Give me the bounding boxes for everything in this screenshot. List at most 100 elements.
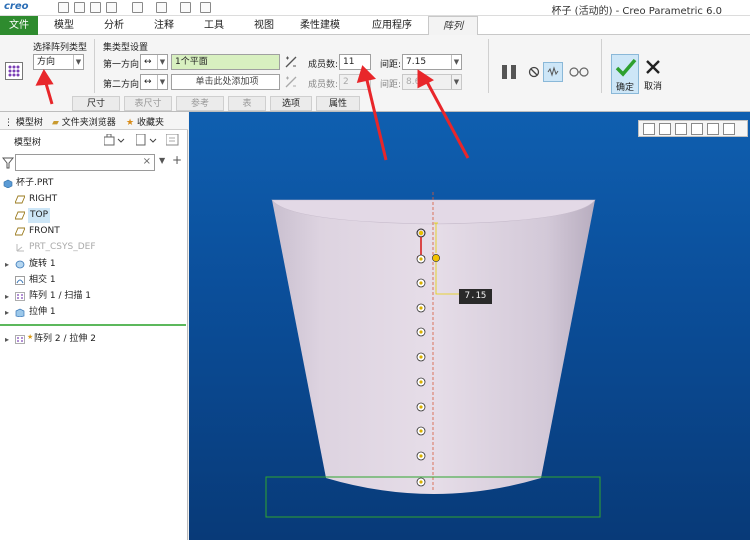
title-bar: creo 杯子 (活动的) - Creo Parametric 6.0 [0, 0, 750, 17]
pattern-icon [5, 62, 23, 80]
tab-model-tree[interactable]: ⋮ 模型树 [4, 115, 43, 128]
second-direction-type-select[interactable]: ↔ ▼ [140, 74, 168, 90]
spacing-dimension-tag[interactable]: 7.15 [459, 289, 492, 304]
tab-favorites[interactable]: ★ 收藏夹 [126, 115, 164, 128]
tree-item-revolve[interactable]: ▸ 旋转 1 [0, 257, 188, 272]
divider [94, 39, 95, 93]
datum-plane-icon [15, 227, 25, 236]
tab-tools[interactable]: 工具 [194, 16, 234, 35]
tree-item-datum-top[interactable]: TOP [0, 208, 188, 223]
pattern-member[interactable] [416, 303, 426, 313]
tree-item-datum-right[interactable]: RIGHT [0, 192, 188, 207]
coordinate-system-icon [16, 244, 24, 252]
tree-item-pattern-2[interactable]: ▸ ★ 阵列 2 / 拉伸 2 [0, 332, 188, 347]
pattern-member[interactable] [416, 402, 426, 412]
pattern-member[interactable] [416, 278, 426, 288]
divider [601, 39, 602, 93]
tree-item-pattern-1[interactable]: ▸ 阵列 1 / 扫描 1 [0, 289, 188, 304]
tab-model[interactable]: 模型 [44, 16, 84, 35]
pattern-member[interactable] [416, 451, 426, 461]
tab-analysis[interactable]: 分析 [94, 16, 134, 35]
first-direction-reference[interactable]: 1个平面 [171, 54, 280, 70]
subtab-table[interactable]: 表 [228, 96, 266, 111]
expand-icon[interactable]: ▸ [5, 332, 9, 347]
tab-view[interactable]: 视图 [244, 16, 284, 35]
subtab-dimensions[interactable]: 尺寸 [72, 96, 120, 111]
cup-body [272, 200, 595, 494]
flip-direction-icon[interactable] [284, 55, 298, 69]
tree-settings-icon[interactable] [104, 134, 126, 146]
pattern-member[interactable] [416, 477, 426, 487]
no-preview-icon[interactable] [528, 66, 540, 78]
pattern-member[interactable] [416, 377, 426, 387]
first-spacing-input[interactable]: 7.15 ▼ [402, 54, 462, 70]
ribbon-tab-bar: 文件 模型 分析 注释 工具 视图 柔性建模 应用程序 阵列 [0, 16, 750, 36]
pattern-member[interactable] [416, 352, 426, 362]
chevron-down-icon[interactable]: ▼ [159, 156, 165, 165]
intersect-icon [15, 276, 25, 285]
tree-item-datum-front[interactable]: FRONT [0, 224, 188, 239]
show-menu-icon[interactable] [136, 134, 158, 146]
ok-button[interactable]: 确定 [611, 54, 639, 94]
window-title: 杯子 (活动的) - Creo Parametric 6.0 [551, 6, 722, 17]
subtab-properties[interactable]: 属性 [316, 96, 360, 111]
tab-pattern[interactable]: 阵列 [428, 16, 478, 36]
pause-icon[interactable] [501, 64, 519, 80]
add-icon[interactable]: + [172, 153, 182, 167]
pattern-member[interactable] [416, 426, 426, 436]
flip-direction-icon [285, 76, 297, 88]
second-members-input[interactable]: 2 [339, 74, 371, 90]
two-way-arrow-icon: ↔ [144, 77, 152, 87]
revolve-icon [15, 260, 25, 269]
datum-plane-icon [15, 195, 25, 204]
filter-icon[interactable] [2, 157, 14, 169]
star-icon: ★ [126, 118, 135, 128]
pattern-type-select[interactable]: 方向 ▼ [33, 54, 84, 70]
folder-icon: ▰ [52, 118, 59, 128]
geometry-check-toggle[interactable] [543, 62, 563, 82]
graphics-viewport[interactable]: 7.15 [189, 112, 750, 540]
first-direction-type-select[interactable]: ↔ ▼ [140, 54, 168, 70]
subtab-references[interactable]: 参考 [176, 96, 224, 111]
pattern-type-label: 选择阵列类型 [33, 43, 88, 53]
tree-item-extrude[interactable]: ▸ 拉伸 1 [0, 305, 188, 320]
tree-filter-icon[interactable] [166, 134, 180, 146]
pattern-ribbon: 选择阵列类型 方向 ▼ 集类型设置 第一方向: ↔ ▼ 1个平面 第二方向: ↔… [0, 35, 750, 112]
tree-item-csys[interactable]: PRT_CSYS_DEF [0, 240, 188, 255]
members-label: 成员数: [308, 60, 339, 70]
glasses-icon[interactable] [569, 65, 589, 79]
expand-icon[interactable]: ▸ [5, 305, 9, 320]
pattern-member[interactable] [416, 327, 426, 337]
spacing-label: 间距: [380, 60, 402, 70]
expand-icon[interactable]: ▸ [5, 289, 9, 304]
tab-folder-browser[interactable]: ▰ 文件夹浏览器 [52, 115, 116, 128]
tree-item-intersect[interactable]: 相交 1 [0, 273, 188, 288]
set-type-label: 集类型设置 [103, 43, 149, 53]
tab-file[interactable]: 文件 [0, 16, 38, 35]
subtab-table-dimensions[interactable]: 表尺寸 [124, 96, 172, 111]
cancel-button[interactable]: 取消 [641, 54, 665, 94]
pattern-member[interactable] [416, 254, 426, 264]
chevron-down-icon: ▼ [73, 55, 83, 69]
tab-flexible-modeling[interactable]: 柔性建模 [290, 16, 350, 35]
tab-applications[interactable]: 应用程序 [364, 16, 420, 35]
chevron-down-icon: ▼ [451, 75, 461, 89]
model-canvas [265, 192, 601, 518]
drag-handle-dot [418, 230, 424, 236]
geometry-check-icon [547, 66, 559, 77]
close-icon [646, 60, 660, 74]
pattern-icon [15, 335, 25, 344]
first-members-input[interactable]: 11 [339, 54, 371, 70]
tab-annotate[interactable]: 注释 [144, 16, 184, 35]
ribbon-subtab-bar: 尺寸 表尺寸 参考 表 选项 属性 [72, 96, 370, 111]
second-spacing-input[interactable]: 8.62 ▼ [402, 74, 462, 90]
second-direction-label: 第二方向: [103, 80, 143, 90]
second-direction-reference[interactable]: 单击此处添加项 [171, 74, 280, 90]
expand-icon[interactable]: ▸ [5, 257, 9, 272]
tree-search-input[interactable]: × [15, 154, 155, 171]
clear-search-icon[interactable]: × [143, 156, 151, 167]
dimension-handle[interactable] [432, 254, 440, 262]
subtab-options[interactable]: 选项 [270, 96, 312, 111]
insert-indicator [0, 324, 186, 326]
tree-item-part[interactable]: 杯子.PRT [0, 176, 188, 191]
